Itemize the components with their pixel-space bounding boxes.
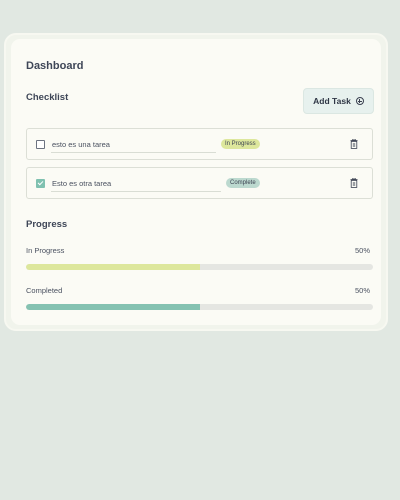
- progress-title: Progress: [26, 219, 68, 230]
- dashboard-frame: Dashboard Checklist Add Task In Progress…: [4, 33, 388, 331]
- page-title: Dashboard: [26, 60, 84, 72]
- progress-label: In Progress: [26, 246, 65, 255]
- status-badge: Complete: [226, 178, 260, 188]
- task-item: Complete: [26, 167, 373, 199]
- add-task-button[interactable]: Add Task: [303, 88, 374, 114]
- progress-value: 50%: [354, 286, 370, 295]
- task-item: In Progress: [26, 128, 373, 160]
- task-checkbox[interactable]: [36, 140, 45, 149]
- add-task-label: Add Task: [313, 96, 351, 106]
- dashboard-card: Dashboard Checklist Add Task In Progress…: [11, 39, 381, 325]
- trash-icon[interactable]: [350, 139, 358, 149]
- progress-label: Completed: [26, 286, 63, 295]
- progress-bar-fill: [26, 264, 200, 270]
- trash-icon[interactable]: [350, 178, 358, 188]
- circle-plus-icon: [355, 97, 364, 105]
- status-badge: In Progress: [221, 139, 260, 149]
- task-text-input[interactable]: [51, 176, 221, 192]
- task-checkbox[interactable]: [36, 179, 45, 188]
- progress-bar-track: [26, 304, 373, 310]
- checklist-title: Checklist: [26, 92, 69, 103]
- task-text-input[interactable]: [51, 137, 216, 153]
- progress-bar-track: [26, 264, 373, 270]
- progress-value: 50%: [354, 246, 370, 255]
- progress-bar-fill: [26, 304, 200, 310]
